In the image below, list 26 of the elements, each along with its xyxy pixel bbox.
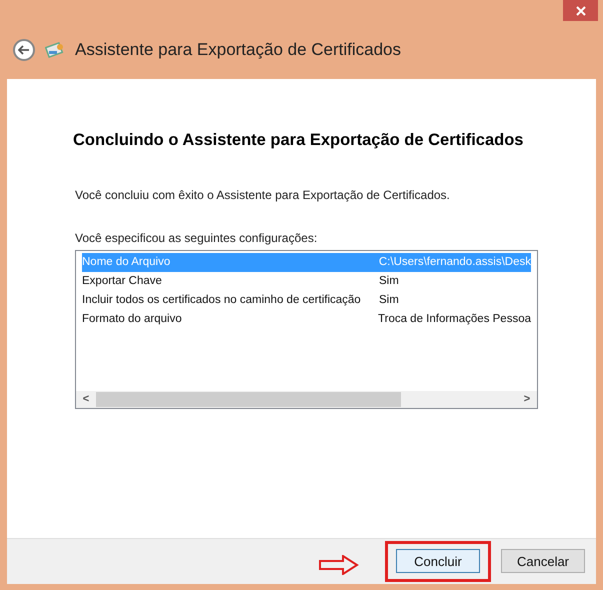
settings-label: Você especificou as seguintes configurações: xyxy=(75,230,318,247)
settings-row[interactable]: Incluir todos os certificados no caminho de certificação Sim xyxy=(82,290,531,310)
setting-name: Nome do Arquivo xyxy=(82,254,172,270)
setting-name: Exportar Chave xyxy=(82,274,163,289)
intro-text: Você concluiu com êxito o Assistente para Exportação de Certificados. xyxy=(75,186,451,204)
setting-value: Sim xyxy=(379,292,399,308)
horizontal-scrollbar[interactable]: < > xyxy=(76,390,537,408)
window-title: Assistente para Exportação de Certificados xyxy=(75,39,402,62)
wizard-heading: Concluindo o Assistente para Exportação de Certificados xyxy=(73,130,524,151)
setting-value: Sim xyxy=(379,274,399,289)
close-icon xyxy=(576,6,586,16)
back-button[interactable] xyxy=(13,39,35,61)
settings-row[interactable]: Formato do arquivo Troca de Informações Pessoa xyxy=(82,310,531,329)
scroll-left-arrow[interactable]: < xyxy=(76,391,96,408)
scroll-right-arrow[interactable]: > xyxy=(517,391,537,408)
setting-value: C:\Users\fernando.assis\Desk xyxy=(378,254,531,270)
settings-row[interactable]: Exportar Chave Sim xyxy=(82,272,531,291)
scrollbar-thumb[interactable] xyxy=(96,392,401,407)
setting-name: Formato do arquivo xyxy=(82,312,183,327)
back-arrow-icon xyxy=(18,45,30,55)
setting-name: Incluir todos os certificados no caminho de certificação xyxy=(82,292,362,308)
close-button[interactable] xyxy=(563,0,598,21)
dialog-button[interactable]: Cancelar xyxy=(501,549,585,574)
annotation-arrow-icon xyxy=(319,554,359,574)
dialog-button[interactable]: Concluir xyxy=(396,549,480,574)
setting-value: Troca de Informações Pessoa xyxy=(378,312,531,327)
